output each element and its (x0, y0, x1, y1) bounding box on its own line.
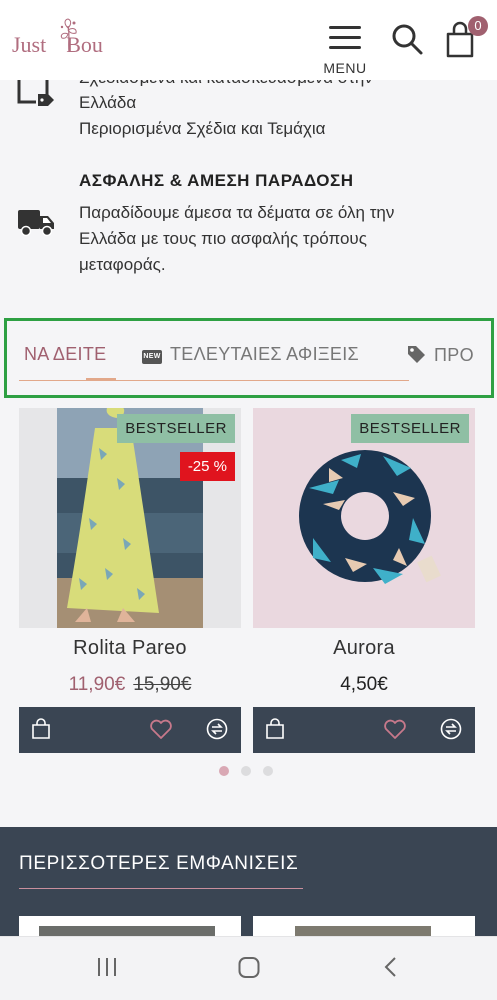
tab-na-deite[interactable]: ΝΑ ΔΕΙΤΕ (24, 344, 106, 365)
page: Just Bou MENU 0 Ελλάδα Περιορισμένα Σχέδ… (0, 0, 497, 1000)
feature-handmade-line2: Ελλάδα (79, 93, 137, 112)
tag-icon (408, 346, 425, 363)
product-actions-bar (19, 707, 241, 753)
new-badge-icon: NEW (142, 350, 162, 364)
product-image[interactable]: BESTSELLER (253, 408, 475, 628)
menu-label: MENU (323, 60, 367, 76)
logo-text-right: Bou (66, 32, 103, 57)
logo-text: Just Bou (12, 32, 103, 58)
product-price: 11,90€ 15,90€ (19, 674, 241, 696)
feature-delivery-line1: Παραδίδουμε άμεσα τα δέματα σε όλη την (79, 203, 395, 222)
hamburger-icon (329, 26, 361, 50)
carousel-dot-2[interactable] (241, 766, 251, 776)
product-price: 4,50€ (253, 674, 475, 696)
wishlist-heart-icon[interactable] (149, 718, 173, 740)
price-tag-screen-icon (17, 76, 54, 106)
tab-latest-arrivals[interactable]: NEW ΤΕΛΕΥΤΑΙΕΣ ΑΦΙΞΕΙΣ (142, 344, 359, 365)
cart-button[interactable]: 0 (444, 16, 490, 58)
tab-offers[interactable]: ΠΡΟ (406, 344, 488, 366)
search-button[interactable] (390, 22, 424, 56)
back-icon[interactable] (382, 955, 400, 979)
product-tabs: ΝΑ ΔΕΙΤΕ NEW ΤΕΛΕΥΤΑΙΕΣ ΑΦΙΞΕΙΣ ΠΡΟ (18, 344, 488, 366)
discount-badge: -25 % (179, 452, 235, 481)
carousel-dot-3[interactable] (263, 766, 273, 776)
product-card-aurora: BESTSELLER Aurora 4,50€ (253, 408, 475, 753)
wishlist-heart-icon[interactable] (383, 718, 407, 740)
feature-delivery-line3: μεταφοράς. (79, 255, 166, 274)
product-name[interactable]: Aurora (253, 637, 475, 660)
product-image[interactable]: BESTSELLER -25 % (19, 408, 241, 628)
section-title: ΠΕΡΙΣΣΟΤΕΡΕΣ ΕΜΦΑΝΙΣΕΙΣ (19, 853, 299, 874)
section-title-underline (19, 888, 303, 889)
menu-button[interactable]: MENU (322, 20, 368, 76)
product-card-rolita-pareo: BESTSELLER -25 % Rolita Pareo 11,90€ 15,9… (19, 408, 241, 753)
tab-label: ΝΑ ΔΕΙΤΕ (24, 344, 107, 364)
system-navigation-bar (0, 936, 497, 1000)
add-to-cart-icon[interactable] (265, 718, 285, 740)
tab-label: ΤΕΛΕΥΤΑΙΕΣ ΑΦΙΞΕΙΣ (170, 344, 359, 364)
tabs-active-indicator (86, 378, 116, 381)
tab-label: ΠΡΟ (434, 345, 474, 365)
delivery-truck-icon (18, 210, 54, 237)
old-price: 15,90€ (133, 674, 192, 695)
sale-price: 11,90€ (68, 674, 126, 695)
home-icon[interactable] (237, 955, 261, 979)
add-to-cart-icon[interactable] (31, 718, 51, 740)
site-header: Just Bou MENU 0 (0, 0, 497, 80)
bestseller-badge: BESTSELLER (117, 414, 235, 443)
feature-handmade-line3: Περιορισμένα Σχέδια και Τεμάχια (79, 119, 326, 138)
cart-count-badge: 0 (468, 16, 488, 36)
carousel-dots (219, 766, 279, 776)
feature-delivery-line2: Ελλάδα με τους πιο ασφαλής τρόπους (79, 229, 367, 248)
logo-text-left: Just (12, 32, 47, 57)
product-name[interactable]: Rolita Pareo (19, 637, 241, 660)
compare-icon[interactable] (206, 718, 228, 740)
compare-icon[interactable] (440, 718, 462, 740)
logo[interactable]: Just Bou (12, 18, 120, 68)
carousel-dot-1[interactable] (219, 766, 229, 776)
search-icon (392, 24, 423, 55)
regular-price: 4,50€ (340, 674, 388, 695)
bestseller-badge: BESTSELLER (351, 414, 469, 443)
feature-delivery-title: ΑΣΦΑΛΗΣ & ΑΜΕΣΗ ΠΑΡΑΔΟΣΗ (79, 171, 354, 190)
product-actions-bar (253, 707, 475, 753)
tabs-underline (19, 380, 409, 381)
recent-apps-icon[interactable] (96, 955, 118, 979)
